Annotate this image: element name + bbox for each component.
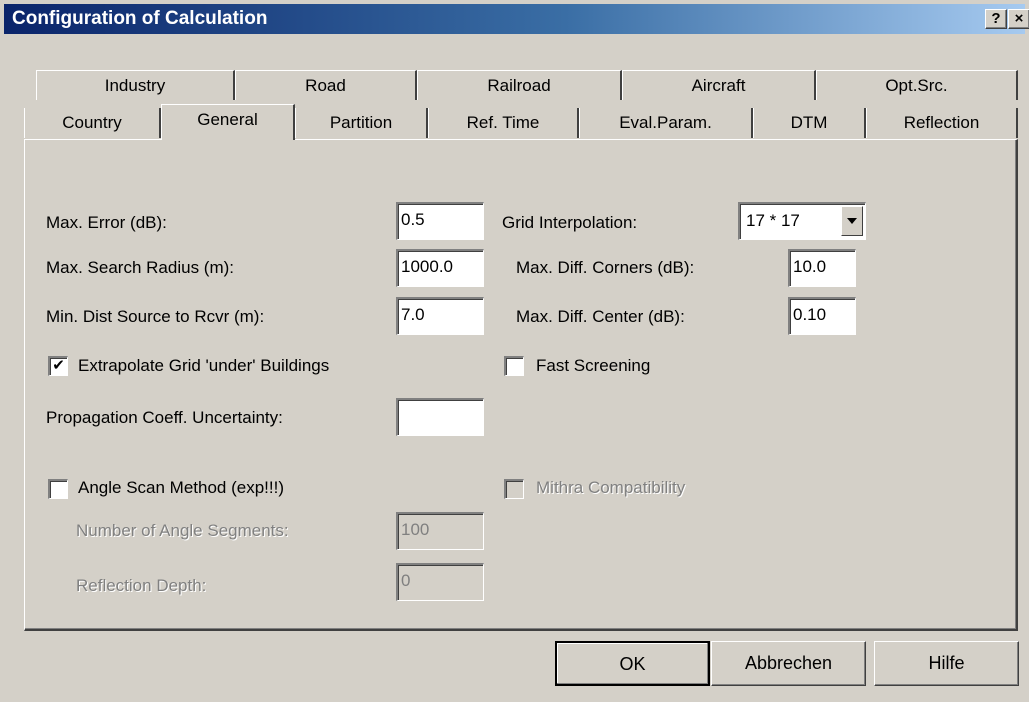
tab-railroad[interactable]: Railroad — [417, 70, 622, 100]
tab-opt-src[interactable]: Opt.Src. — [816, 70, 1018, 100]
max-diff-center-field[interactable]: 0.10 — [788, 297, 856, 335]
tab-country[interactable]: Country — [24, 108, 161, 138]
angle-segments-field[interactable]: 100 — [396, 512, 484, 550]
tab-industry[interactable]: Industry — [36, 70, 235, 100]
extrapolate-grid-checkbox[interactable]: ✔ — [48, 356, 68, 376]
grid-interpolation-label: Grid Interpolation: — [502, 213, 638, 232]
propagation-uncertainty-field[interactable] — [396, 398, 484, 436]
tab-eval-param[interactable]: Eval.Param. — [579, 108, 753, 138]
ok-button[interactable]: OK — [555, 641, 710, 686]
window-title: Configuration of Calculation — [12, 8, 268, 29]
close-button[interactable]: × — [1008, 9, 1029, 29]
fast-screening-checkbox[interactable] — [504, 356, 524, 376]
max-diff-corners-field[interactable]: 10.0 — [788, 249, 856, 287]
min-dist-source-field[interactable]: 7.0 — [396, 297, 484, 335]
reflection-depth-label: Reflection Depth: — [76, 576, 207, 595]
propagation-uncertainty-label: Propagation Coeff. Uncertainty: — [46, 408, 283, 427]
cancel-button[interactable]: Abbrechen — [711, 641, 866, 686]
max-error-field[interactable]: 0.5 — [396, 202, 484, 240]
grid-interpolation-select[interactable]: 17 * 17 — [738, 202, 866, 240]
mithra-label: Mithra Compatibility — [536, 478, 686, 497]
chevron-down-icon — [847, 218, 857, 224]
tab-partition[interactable]: Partition — [295, 108, 428, 138]
fast-screening-label: Fast Screening — [536, 356, 651, 375]
tab-aircraft[interactable]: Aircraft — [622, 70, 816, 100]
dropdown-arrow-button[interactable] — [841, 206, 863, 236]
angle-scan-label: Angle Scan Method (exp!!!) — [78, 478, 285, 497]
max-diff-center-label: Max. Diff. Center (dB): — [516, 307, 685, 326]
tab-dtm[interactable]: DTM — [753, 108, 866, 138]
tab-ref-time[interactable]: Ref. Time — [428, 108, 579, 138]
reflection-depth-field[interactable]: 0 — [396, 563, 484, 601]
tab-reflection[interactable]: Reflection — [866, 108, 1018, 138]
mithra-checkbox[interactable] — [504, 479, 524, 499]
angle-segments-label: Number of Angle Segments: — [76, 521, 289, 540]
tab-road[interactable]: Road — [235, 70, 417, 100]
max-search-radius-label: Max. Search Radius (m): — [46, 258, 234, 277]
configuration-dialog: Configuration of Calculation ? × Industr… — [0, 0, 1029, 702]
min-dist-source-label: Min. Dist Source to Rcvr (m): — [46, 307, 265, 326]
max-search-radius-field[interactable]: 1000.0 — [396, 249, 484, 287]
help-title-button[interactable]: ? — [985, 9, 1007, 29]
help-button[interactable]: Hilfe — [874, 641, 1019, 686]
max-diff-corners-label: Max. Diff. Corners (dB): — [516, 258, 695, 277]
grid-interpolation-value: 17 * 17 — [746, 211, 800, 230]
title-bar: Configuration of Calculation ? × — [4, 4, 1029, 34]
max-error-label: Max. Error (dB): — [46, 213, 167, 232]
extrapolate-grid-label: Extrapolate Grid 'under' Buildings — [78, 356, 330, 375]
angle-scan-checkbox[interactable] — [48, 479, 68, 499]
tab-general[interactable]: General — [161, 104, 295, 140]
